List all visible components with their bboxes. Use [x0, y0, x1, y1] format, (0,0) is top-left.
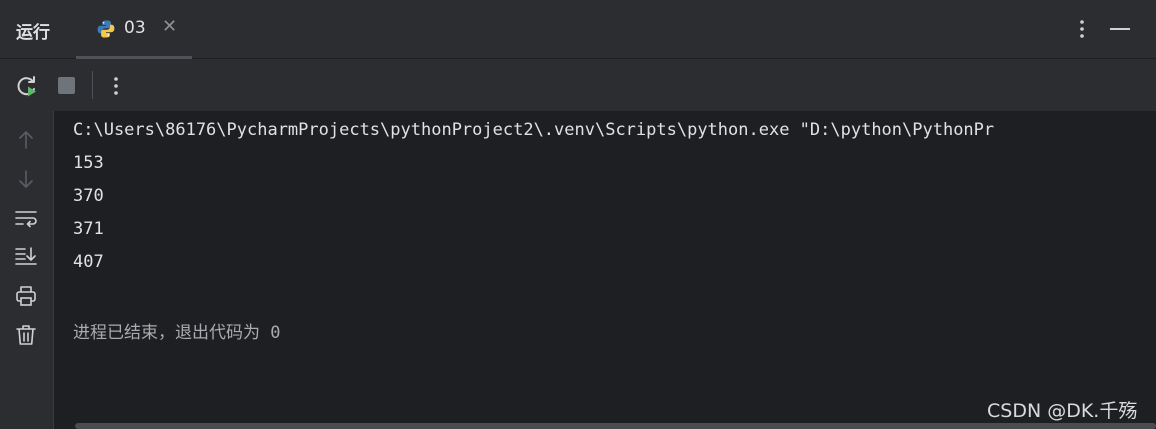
tab-label: 03 [124, 18, 146, 38]
horizontal-scrollbar[interactable] [75, 423, 1156, 429]
command-line: C:\Users\86176\PycharmProjects\pythonPro… [73, 120, 995, 140]
process-finished-message: 进程已结束，退出代码为 0 [73, 323, 281, 343]
scroll-to-end-icon[interactable] [13, 243, 39, 269]
tool-window-title: 运行 [16, 23, 50, 43]
console-side-toolbar [0, 111, 54, 429]
tool-window-header: 运行 03 ✕ [0, 0, 1156, 59]
stop-icon[interactable] [58, 77, 75, 94]
print-icon[interactable] [13, 283, 39, 309]
toolbar-divider [92, 71, 93, 99]
console-output[interactable]: C:\Users\86176\PycharmProjects\pythonPro… [55, 111, 1156, 429]
rerun-icon[interactable] [15, 74, 39, 98]
arrow-down-icon[interactable] [13, 166, 39, 192]
output-line: 407 [73, 252, 104, 272]
soft-wrap-icon[interactable] [13, 205, 39, 231]
output-line: 370 [73, 186, 104, 206]
more-options-icon[interactable] [1072, 14, 1092, 44]
run-toolbar [0, 59, 1156, 111]
more-options-icon[interactable] [106, 71, 126, 101]
tab-run-03[interactable]: 03 ✕ [76, 0, 192, 59]
trash-icon[interactable] [13, 322, 39, 348]
output-line: 153 [73, 153, 104, 173]
close-icon[interactable]: ✕ [162, 16, 177, 37]
output-line: 371 [73, 219, 104, 239]
python-icon [96, 19, 116, 39]
arrow-up-icon[interactable] [13, 127, 39, 153]
watermark: CSDN @DK.千殇 [987, 400, 1138, 422]
minimize-icon[interactable] [1110, 28, 1130, 30]
